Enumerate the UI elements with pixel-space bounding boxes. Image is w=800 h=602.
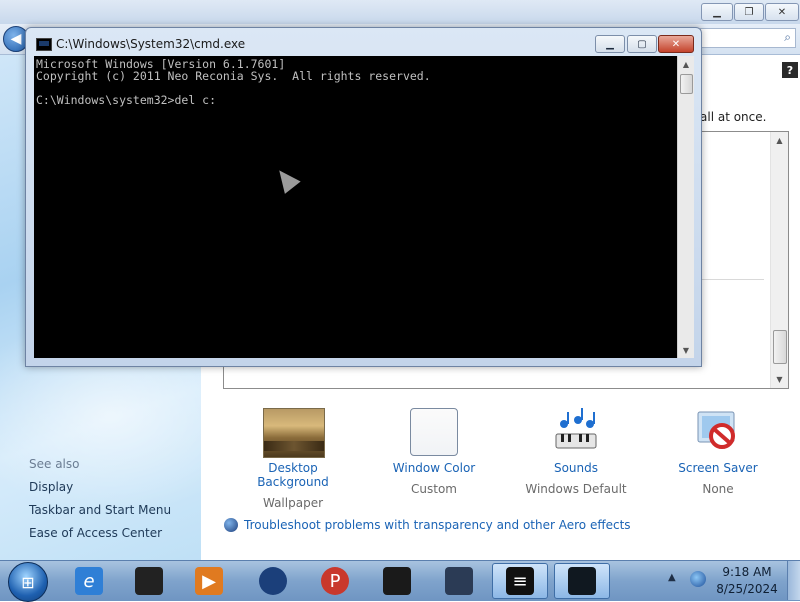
search-icon: ⌕ (784, 30, 791, 44)
option-value: None (702, 482, 734, 496)
console-line: Copyright (c) 2011 Neo Reconia Sys. All … (36, 69, 431, 83)
sounds-option[interactable]: Sounds Windows Default (516, 408, 636, 496)
scroll-thumb[interactable] (680, 74, 693, 94)
option-value: Wallpaper (262, 496, 324, 510)
cmd-window[interactable]: C:\Windows\System32\cmd.exe ▁ ▢ ✕ Micros… (25, 27, 702, 367)
cmd-scrollbar[interactable]: ▲ ▼ (677, 56, 694, 358)
list-divider (694, 279, 764, 280)
internet-explorer-icon: e (75, 567, 103, 595)
start-button[interactable]: ⊞ (8, 562, 48, 602)
screen-saver-icon (694, 408, 742, 456)
scroll-up-icon[interactable]: ▲ (771, 132, 788, 149)
console-prompt-line: C:\Windows\system32>del c: (36, 93, 217, 107)
window-color-option[interactable]: Window Color Custom (374, 408, 494, 496)
minimize-icon: ▁ (713, 6, 721, 18)
taskbar-item-monitor[interactable] (372, 563, 422, 599)
system-clock[interactable]: 9:18 AM 8/25/2024 (716, 564, 778, 598)
desktop-background-option[interactable]: Desktop Background Wallpaper (233, 408, 353, 510)
troubleshoot-aero-label: Troubleshoot problems with transparency … (244, 518, 631, 532)
media-player-icon: ▶ (195, 567, 223, 595)
taskbar-item-media[interactable]: ▶ (184, 563, 234, 599)
taskbar-item-cmd-window[interactable] (554, 563, 610, 599)
back-arrow-icon: ◀ (10, 31, 22, 47)
minimize-button[interactable]: ▁ (701, 3, 733, 21)
taskbar-item-globe[interactable] (248, 563, 298, 599)
globe-icon (224, 518, 238, 532)
wallpaper-icon (263, 408, 325, 458)
tray-expand-icon[interactable]: ▲ (668, 572, 676, 583)
option-label: Window Color (392, 461, 476, 475)
cmd-window-taskbar-icon (568, 567, 596, 595)
maximize-button[interactable]: ❐ (734, 3, 764, 21)
taskbar-item-app[interactable] (124, 563, 174, 599)
option-label: Screen Saver (678, 461, 758, 475)
windows-logo-icon: ⊞ (21, 572, 35, 592)
see-also-heading: See also (29, 457, 80, 471)
console-output[interactable]: Microsoft Windows [Version 6.1.7601] Copy… (34, 56, 677, 358)
network-icon[interactable] (690, 571, 706, 587)
close-icon: ✕ (777, 6, 787, 18)
window-color-icon (410, 408, 458, 456)
paint-app-icon: P (321, 567, 349, 595)
maximize-icon: ▢ (637, 38, 647, 50)
show-desktop-button[interactable] (787, 561, 800, 600)
close-button[interactable]: ✕ (765, 3, 799, 21)
taskbar-item-cmd[interactable]: ≡ (492, 563, 548, 599)
app-dark-icon (135, 567, 163, 595)
clock-time: 9:18 AM (722, 565, 772, 579)
close-icon: ✕ (671, 38, 681, 50)
search-input[interactable]: ⌕ (700, 28, 796, 48)
cmd-window-icon (36, 38, 52, 51)
option-value: Custom (411, 482, 457, 496)
sidebar-link-ease-of-access[interactable]: Ease of Access Center (29, 526, 162, 540)
sidebar-link-taskbar[interactable]: Taskbar and Start Menu (29, 503, 171, 517)
scroll-up-icon[interactable]: ▲ (678, 56, 694, 72)
taskbar-item-ie[interactable]: e (64, 563, 114, 599)
screen-saver-option[interactable]: Screen Saver None (658, 408, 778, 496)
cmd-taskbar-icon: ≡ (506, 567, 534, 595)
globe-app-icon (259, 567, 287, 595)
scroll-down-icon[interactable]: ▼ (678, 342, 694, 358)
taskbar-item-display[interactable] (434, 563, 484, 599)
cmd-minimize-button[interactable]: ▁ (595, 35, 625, 53)
cmd-maximize-button[interactable]: ▢ (627, 35, 657, 53)
cmd-close-button[interactable]: ✕ (658, 35, 694, 53)
cmd-window-title: C:\Windows\System32\cmd.exe (56, 37, 246, 51)
restore-icon: ❐ (744, 6, 754, 18)
help-button[interactable]: ? (782, 62, 798, 78)
option-label: Sounds (553, 461, 599, 475)
option-value: Windows Default (525, 482, 627, 496)
sidebar-link-display[interactable]: Display (29, 480, 73, 494)
cmd-titlebar[interactable]: C:\Windows\System32\cmd.exe ▁ ▢ ✕ (26, 28, 701, 58)
scroll-thumb[interactable] (773, 330, 787, 364)
personalization-titlebar: ▁ ❐ ✕ (0, 0, 800, 24)
theme-list-scrollbar[interactable]: ▲ ▼ (770, 132, 788, 388)
taskbar-item-paint[interactable]: P (310, 563, 360, 599)
troubleshoot-aero-link[interactable]: Troubleshoot problems with transparency … (224, 518, 631, 532)
description-text: all at once. (700, 110, 767, 124)
sounds-icon (552, 408, 600, 456)
minimize-icon: ▁ (606, 38, 614, 50)
option-label: Desktop Background (257, 461, 329, 489)
monitor-app-icon (383, 567, 411, 595)
display-app-icon (445, 567, 473, 595)
clock-date: 8/25/2024 (716, 582, 778, 596)
taskbar: ⊞ e ▶ P ≡ (0, 560, 800, 602)
scroll-down-icon[interactable]: ▼ (771, 371, 788, 388)
